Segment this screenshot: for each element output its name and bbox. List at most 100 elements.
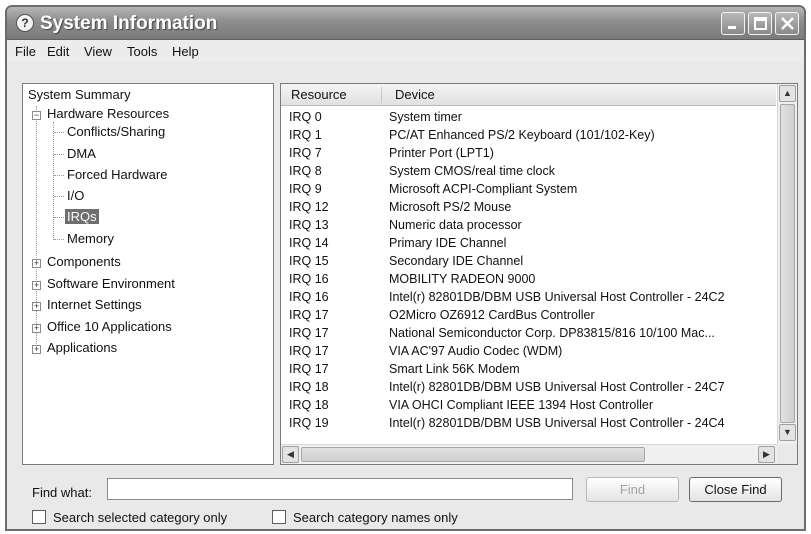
table-row[interactable]: IRQ 17 O2Micro OZ6912 CardBus Controller <box>281 307 776 325</box>
help-circle-icon: ? <box>16 14 34 32</box>
menu-edit[interactable]: Edit <box>47 44 69 59</box>
cell-resource: IRQ 0 <box>289 110 322 124</box>
tree-item-internet-settings[interactable]: Internet Settings <box>47 297 142 312</box>
close-button[interactable] <box>775 12 799 35</box>
tree-item-conflicts-sharing[interactable]: Conflicts/Sharing <box>67 124 165 139</box>
tree-item-software-environment[interactable]: Software Environment <box>47 276 175 291</box>
cell-resource: IRQ 19 <box>289 416 329 430</box>
cell-device: O2Micro OZ6912 CardBus Controller <box>389 308 595 322</box>
scroll-corner <box>777 444 797 464</box>
column-header-resource[interactable]: Resource <box>291 87 347 102</box>
cell-resource: IRQ 17 <box>289 308 329 322</box>
expand-icon[interactable]: + <box>32 324 41 333</box>
expand-icon[interactable]: + <box>32 259 41 268</box>
window-title: System Information <box>40 13 218 34</box>
table-row[interactable]: IRQ 15 Secondary IDE Channel <box>281 253 776 271</box>
cell-device: Microsoft PS/2 Mouse <box>389 200 512 214</box>
cell-device: Intel(r) 82801DB/DBM USB Universal Host … <box>389 290 725 304</box>
expand-icon[interactable]: + <box>32 281 41 290</box>
table-row[interactable]: IRQ 19 Intel(r) 82801DB/DBM USB Universal… <box>281 415 776 433</box>
table-row[interactable]: IRQ 7 Printer Port (LPT1) <box>281 145 776 163</box>
cell-device: System timer <box>389 110 462 124</box>
maximize-button[interactable] <box>748 12 772 35</box>
table-row[interactable]: IRQ 12 Microsoft PS/2 Mouse <box>281 199 776 217</box>
cell-device: National Semiconductor Corp. DP83815/816… <box>389 326 715 340</box>
table-row[interactable]: IRQ 17 VIA AC'97 Audio Codec (WDM) <box>281 343 776 361</box>
cell-device: Printer Port (LPT1) <box>389 146 494 160</box>
expand-icon[interactable]: + <box>32 345 41 354</box>
tree-item-applications[interactable]: Applications <box>47 340 117 355</box>
minimize-button[interactable] <box>721 12 745 35</box>
category-tree[interactable]: System Summary − Hardware Resources Conf… <box>22 83 274 465</box>
menu-bar: File Edit View Tools Help <box>7 40 804 62</box>
menu-tools[interactable]: Tools <box>127 44 157 59</box>
list-header: Resource Device <box>281 84 776 106</box>
cell-resource: IRQ 18 <box>289 398 329 412</box>
checkbox-label: Search category names only <box>293 510 458 525</box>
menu-view[interactable]: View <box>84 44 112 59</box>
cell-resource: IRQ 8 <box>289 164 322 178</box>
table-row[interactable]: IRQ 1 PC/AT Enhanced PS/2 Keyboard (101/1… <box>281 127 776 145</box>
vertical-scroll-thumb[interactable] <box>780 104 795 423</box>
tree-item-components[interactable]: Components <box>47 254 121 269</box>
table-row[interactable]: IRQ 8 System CMOS/real time clock <box>281 163 776 181</box>
cell-device: Primary IDE Channel <box>389 236 507 250</box>
find-button[interactable]: Find <box>586 477 679 502</box>
expand-icon[interactable]: + <box>32 302 41 311</box>
scroll-left-icon[interactable]: ◀ <box>282 446 299 463</box>
checkbox-box[interactable] <box>32 510 46 524</box>
scroll-up-icon[interactable]: ▲ <box>779 85 796 102</box>
tree-item-office-10-applications[interactable]: Office 10 Applications <box>47 319 172 334</box>
table-row[interactable]: IRQ 18 Intel(r) 82801DB/DBM USB Universal… <box>281 379 776 397</box>
cell-device: VIA AC'97 Audio Codec (WDM) <box>389 344 563 358</box>
table-row[interactable]: IRQ 18 VIA OHCI Compliant IEEE 1394 Host … <box>281 397 776 415</box>
scroll-down-icon[interactable]: ▼ <box>779 424 796 441</box>
cell-resource: IRQ 13 <box>289 218 329 232</box>
tree-item-memory[interactable]: Memory <box>67 231 114 246</box>
close-find-button[interactable]: Close Find <box>689 477 782 502</box>
tree-item-hardware-resources[interactable]: Hardware Resources <box>47 106 169 121</box>
cell-device: Intel(r) 82801DB/DBM USB Universal Host … <box>389 380 725 394</box>
checkbox-box[interactable] <box>272 510 286 524</box>
tree-item-irqs[interactable]: IRQs <box>65 209 99 224</box>
table-row[interactable]: IRQ 13 Numeric data processor <box>281 217 776 235</box>
table-row[interactable]: IRQ 16 MOBILITY RADEON 9000 <box>281 271 776 289</box>
tree-item-io[interactable]: I/O <box>67 188 84 203</box>
table-row[interactable]: IRQ 17 Smart Link 56K Modem <box>281 361 776 379</box>
tree-connector <box>53 122 54 240</box>
cell-resource: IRQ 17 <box>289 362 329 376</box>
cell-resource: IRQ 15 <box>289 254 329 268</box>
table-row[interactable]: IRQ 0 System timer <box>281 109 776 127</box>
menu-help[interactable]: Help <box>172 44 199 59</box>
tree-item-dma[interactable]: DMA <box>67 146 96 161</box>
tree-item-system-summary[interactable]: System Summary <box>28 87 131 102</box>
table-row[interactable]: IRQ 9 Microsoft ACPI-Compliant System <box>281 181 776 199</box>
column-header-device[interactable]: Device <box>395 87 435 102</box>
tree-item-forced-hardware[interactable]: Forced Hardware <box>67 167 167 182</box>
horizontal-scroll-thumb[interactable] <box>301 447 645 462</box>
vertical-scrollbar[interactable]: ▲ ▼ <box>777 84 797 444</box>
table-row[interactable]: IRQ 17 National Semiconductor Corp. DP838… <box>281 325 776 343</box>
collapse-icon[interactable]: − <box>32 111 41 120</box>
irq-list-view[interactable]: Resource Device IRQ 0 System timer IRQ 1 P… <box>280 83 798 465</box>
cell-device: Smart Link 56K Modem <box>389 362 520 376</box>
minimize-icon <box>728 26 736 29</box>
title-bar[interactable]: ? System Information <box>7 7 804 40</box>
cell-device: Secondary IDE Channel <box>389 254 524 268</box>
cell-resource: IRQ 16 <box>289 272 329 286</box>
cell-resource: IRQ 17 <box>289 344 329 358</box>
cell-resource: IRQ 14 <box>289 236 329 250</box>
table-row[interactable]: IRQ 16 Intel(r) 82801DB/DBM USB Universal… <box>281 289 776 307</box>
cell-resource: IRQ 16 <box>289 290 329 304</box>
find-what-input[interactable] <box>107 478 573 500</box>
selected-tree-label: IRQs <box>65 209 99 224</box>
tree-connector <box>54 175 64 176</box>
scroll-right-icon[interactable]: ▶ <box>758 446 775 463</box>
horizontal-scrollbar[interactable]: ◀ ▶ <box>281 444 777 464</box>
tree-connector <box>54 239 64 240</box>
column-divider[interactable] <box>381 87 382 103</box>
cell-device: MOBILITY RADEON 9000 <box>389 272 536 286</box>
table-row[interactable]: IRQ 14 Primary IDE Channel <box>281 235 776 253</box>
menu-file[interactable]: File <box>15 44 36 59</box>
tree-connector <box>54 196 64 197</box>
